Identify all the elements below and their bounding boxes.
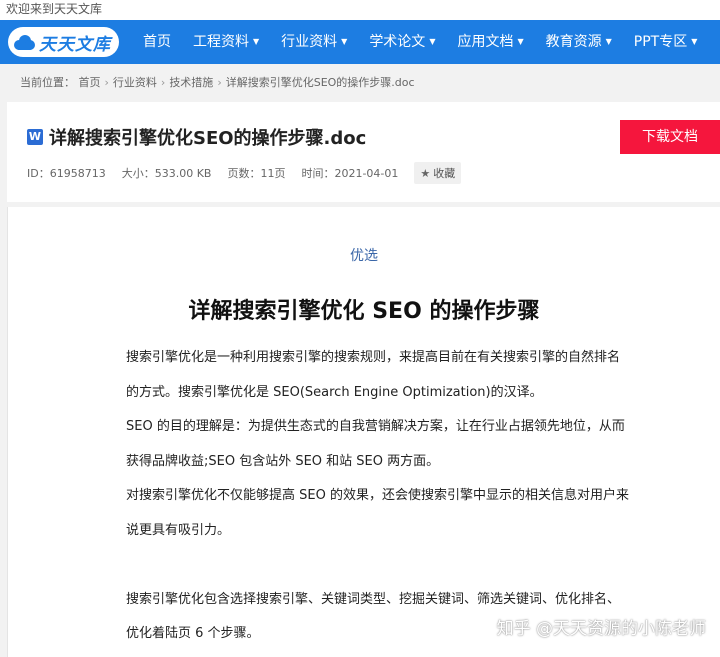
breadcrumb: 当前位置： 首页 › 行业资料 › 技术措施 › 详解搜索引擎优化SEO的操作步骤.doc (0, 64, 720, 102)
breadcrumb-separator: › (160, 76, 166, 89)
nav-item-label: 教育资源 (545, 34, 602, 50)
body-line: 的方式。搜索引擎优化是 SEO(Search Engine Optimizati… (126, 384, 543, 400)
nav-item-label: 工程资料 (193, 34, 249, 50)
doc-time: 时间：2021-04-01 (301, 167, 399, 180)
body-line: SEO 的目的理解是：为提供生态式的自我营销解决方案，让在行业占据领先地位，从而 (126, 419, 625, 434)
download-button[interactable]: 下载文档 (620, 120, 720, 154)
nav-item-1[interactable]: 工程资料 ▼ (182, 20, 270, 64)
body-line: 搜索引擎优化包含选择搜索引擎、关键词类型、挖掘关键词、筛选关键词、优化排名、 (126, 591, 621, 607)
doc-header: W 详解搜索引擎优化SEO的操作步骤.doc ID：61958713 大小：53… (7, 102, 720, 202)
top-nav: 天天文库 首页 工程资料 ▼ 行业资料 ▼ 学术论文 ▼ 应用文档 ▼ 教育资源 ▼ PPT专区 ▼ (0, 20, 720, 64)
word-doc-icon: W (27, 129, 43, 145)
doc-title: 详解搜索引擎优化SEO的操作步骤.doc (49, 128, 367, 149)
caret-down-icon: ▼ (691, 37, 698, 46)
favorite-label: 收藏 (433, 167, 456, 180)
doc-size: 大小：533.00 KB (121, 167, 212, 180)
breadcrumb-separator: › (217, 76, 222, 89)
nav-item-2[interactable]: 行业资料 ▼ (270, 20, 358, 64)
doc-pages: 页数：11页 (227, 167, 286, 180)
nav-menu: 首页 工程资料 ▼ 行业资料 ▼ 学术论文 ▼ 应用文档 ▼ 教育资源 ▼ PPT专区 ▼ (132, 20, 708, 64)
breadcrumb-prefix: 当前位置： (20, 76, 75, 89)
nav-item-label: 首页 (143, 34, 171, 50)
caret-down-icon: ▼ (253, 37, 260, 46)
nav-item-6[interactable]: PPT专区 ▼ (623, 20, 709, 64)
nav-item-label: 应用文档 (457, 34, 514, 50)
nav-item-label: PPT专区 (633, 34, 688, 50)
nav-item-0[interactable]: 首页 (132, 20, 182, 64)
site-logo[interactable]: 天天文库 (0, 20, 132, 64)
welcome-text: 欢迎来到天天文库 (6, 2, 103, 16)
breadcrumb-separator: › (104, 76, 109, 89)
caret-down-icon: ▼ (605, 37, 612, 46)
caret-down-icon: ▼ (517, 37, 524, 46)
nav-item-5[interactable]: 教育资源 ▼ (535, 20, 623, 64)
nav-item-label: 行业资料 (281, 34, 338, 50)
doc-meta: ID：61958713 大小：533.00 KB 页数：11页 时间：2021-… (27, 162, 462, 184)
nav-item-3[interactable]: 学术论文 ▼ (358, 20, 446, 64)
breadcrumb-item[interactable]: 详解搜索引擎优化SEO的操作步骤.doc (226, 76, 415, 89)
article-body: 搜索引擎优化是一种利用搜索引擎的搜索规则，来提高目前在有关搜索引擎的自然排名 的方… (126, 341, 646, 652)
breadcrumb-item[interactable]: 首页 (79, 76, 101, 89)
body-line: 获得品牌收益;SEO 包含站外 SEO 和站 SEO 两方面。 (126, 453, 440, 469)
doc-id: ID：61958713 (27, 167, 106, 180)
logo-badge: 天天文库 (8, 27, 119, 57)
star-icon: ★ (420, 166, 431, 180)
breadcrumb-item[interactable]: 行业资料 (113, 76, 157, 89)
doc-title-row: W 详解搜索引擎优化SEO的操作步骤.doc (27, 124, 366, 150)
body-line: 说更具有吸引力。 (126, 522, 231, 538)
cloud-icon (12, 33, 36, 51)
favorite-button[interactable]: ★ 收藏 (414, 162, 462, 184)
nav-item-label: 学术论文 (369, 34, 426, 50)
body-line: 搜索引擎优化是一种利用搜索引擎的搜索规则，来提高目前在有关搜索引擎的自然排名 (126, 350, 621, 365)
nav-item-4[interactable]: 应用文档 ▼ (446, 20, 534, 64)
logo-text: 天天文库 (39, 34, 111, 55)
breadcrumb-item[interactable]: 技术措施 (169, 76, 213, 89)
caret-down-icon: ▼ (429, 37, 436, 46)
caret-down-icon: ▼ (341, 37, 348, 46)
welcome-bar: 欢迎来到天天文库 (0, 0, 720, 20)
featured-tag: 优选 (350, 248, 378, 264)
document-preview: 优选 详解搜索引擎优化 SEO 的操作步骤 搜索引擎优化是一种利用搜索引擎的搜索… (7, 207, 720, 657)
article-title: 详解搜索引擎优化 SEO 的操作步骤 (188, 299, 540, 324)
watermark: 知乎 @天天资源的小陈老师 (496, 619, 706, 639)
body-line: 对搜索引擎优化不仅能够提高 SEO 的效果，还会使搜索引擎中显示的相关信息对用户… (126, 488, 629, 503)
